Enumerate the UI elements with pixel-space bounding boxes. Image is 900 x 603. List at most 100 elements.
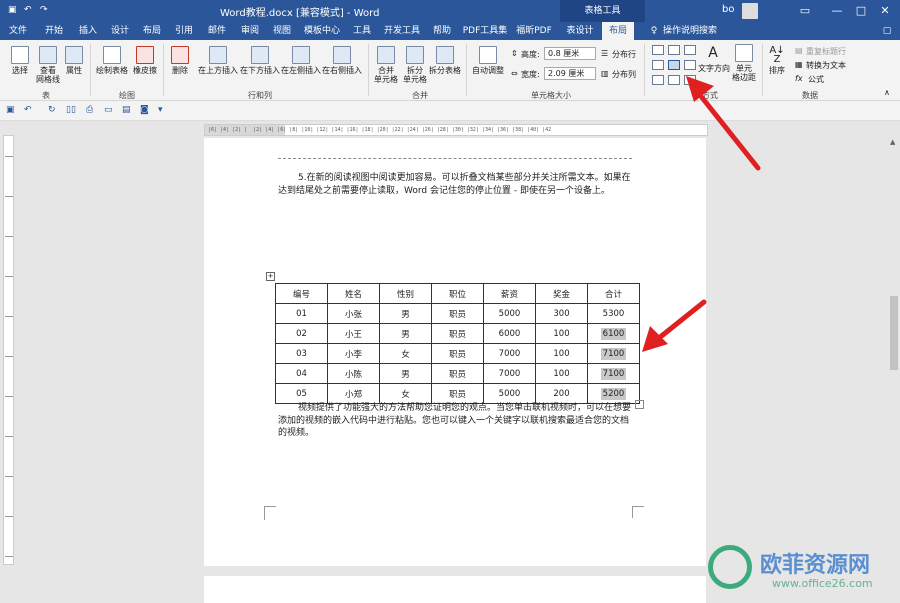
align-top-left-icon[interactable] <box>652 45 664 55</box>
tab-home[interactable]: 开始 <box>40 22 68 40</box>
table-cell[interactable]: 300 <box>535 303 588 324</box>
layout-view-icon[interactable]: ▯▯ <box>66 105 77 116</box>
customize-qat-icon[interactable]: ▾ <box>158 105 169 116</box>
table-cell[interactable]: 职员 <box>431 323 484 344</box>
align-bottom-left-icon[interactable] <box>652 75 664 85</box>
table-resize-handle[interactable] <box>635 400 644 409</box>
tab-foxit-pdf[interactable]: 福昕PDF <box>512 22 556 40</box>
tab-template-center[interactable]: 模板中心 <box>300 22 344 40</box>
tab-design[interactable]: 设计 <box>106 22 134 40</box>
header-cell[interactable]: 编号 <box>275 283 328 304</box>
align-top-right-icon[interactable] <box>684 45 696 55</box>
tab-view[interactable]: 视图 <box>268 22 296 40</box>
table-cell[interactable]: 小王 <box>327 323 380 344</box>
tab-tools[interactable]: 工具 <box>348 22 376 40</box>
table-cell[interactable]: 03 <box>275 343 328 364</box>
width-input[interactable]: 2.09 厘米 <box>544 67 596 80</box>
convert-to-text-button[interactable]: 转换为文本 <box>806 60 846 71</box>
eraser-button[interactable]: 橡皮擦 <box>131 46 159 75</box>
tab-table-layout[interactable]: 布局 <box>602 22 634 40</box>
ribbon-display-icon[interactable]: ▭ <box>790 0 820 22</box>
merge-cells-button[interactable]: 合并 单元格 <box>372 46 400 84</box>
cell-margins-button[interactable]: 单元 格边距 <box>730 44 758 82</box>
insert-above-button[interactable]: 在上方插入 <box>198 46 238 75</box>
total-cell-highlighted[interactable]: 6100 <box>587 323 640 344</box>
table-cell[interactable]: 05 <box>275 383 328 404</box>
tab-insert[interactable]: 插入 <box>74 22 102 40</box>
vertical-scrollbar[interactable]: ▲ <box>888 136 900 603</box>
tab-mailings[interactable]: 邮件 <box>203 22 231 40</box>
table-cell[interactable]: 职员 <box>431 363 484 384</box>
formula-button[interactable]: 公式 <box>808 74 824 85</box>
table-cell[interactable]: 职员 <box>431 383 484 404</box>
tell-me-search[interactable]: 操作说明搜索 <box>660 22 720 40</box>
redo-icon[interactable]: ↻ <box>48 105 59 116</box>
align-center-icon[interactable] <box>668 60 680 70</box>
tab-file[interactable]: 文件 <box>4 22 32 40</box>
properties-button[interactable]: 属性 <box>62 46 86 75</box>
table-cell[interactable]: 职员 <box>431 343 484 364</box>
table-cell[interactable]: 男 <box>379 323 432 344</box>
table-cell[interactable]: 5000 <box>483 383 536 404</box>
document-page-next[interactable] <box>204 576 706 603</box>
print-preview-icon[interactable]: ⎙ <box>86 105 97 116</box>
close-button[interactable]: ✕ <box>870 0 900 22</box>
save-icon[interactable]: ▣ <box>8 5 19 16</box>
height-input[interactable]: 0.8 厘米 <box>544 47 596 60</box>
draw-table-button[interactable]: 绘制表格 <box>95 46 129 75</box>
table-cell[interactable]: 02 <box>275 323 328 344</box>
table-cell[interactable]: 女 <box>379 343 432 364</box>
table-cell[interactable]: 100 <box>535 323 588 344</box>
undo-icon[interactable]: ↶ <box>24 5 35 16</box>
scroll-up-icon[interactable]: ▲ <box>890 138 895 146</box>
avatar[interactable] <box>742 3 758 19</box>
header-cell[interactable]: 合计 <box>587 283 640 304</box>
undo-icon[interactable]: ↶ <box>24 105 35 116</box>
delete-button[interactable]: 删除 <box>168 46 192 75</box>
table-cell[interactable]: 小张 <box>327 303 380 324</box>
select-button[interactable]: 选择 <box>6 46 34 75</box>
tab-help[interactable]: 帮助 <box>428 22 456 40</box>
table-cell[interactable]: 男 <box>379 303 432 324</box>
align-middle-right-icon[interactable] <box>684 60 696 70</box>
scrollbar-thumb[interactable] <box>890 296 898 370</box>
table-cell[interactable]: 200 <box>535 383 588 404</box>
text-direction-button[interactable]: A 文字方向 <box>698 44 730 73</box>
save-icon[interactable]: ▣ <box>6 105 17 116</box>
repeat-header-button[interactable]: 重复标题行 <box>806 46 846 57</box>
table-cell[interactable]: 小郑 <box>327 383 380 404</box>
align-bottom-right-icon[interactable] <box>684 75 696 85</box>
header-cell[interactable]: 奖金 <box>535 283 588 304</box>
gridlines-button[interactable]: 查看 网格线 <box>34 46 62 84</box>
tab-references[interactable]: 引用 <box>170 22 198 40</box>
tab-developer[interactable]: 开发工具 <box>382 22 422 40</box>
insert-right-button[interactable]: 在右侧插入 <box>322 46 362 75</box>
tab-table-design[interactable]: 表设计 <box>562 22 598 40</box>
tab-pdf-tools[interactable]: PDF工具集 <box>462 22 508 40</box>
table-cell[interactable]: 7000 <box>483 363 536 384</box>
insert-below-button[interactable]: 在下方插入 <box>240 46 280 75</box>
header-cell[interactable]: 职位 <box>431 283 484 304</box>
distribute-columns-button[interactable]: 分布列 <box>612 69 636 80</box>
redo-icon[interactable]: ↷ <box>40 5 51 16</box>
header-cell[interactable]: 姓名 <box>327 283 380 304</box>
autofit-button[interactable]: 自动调整 <box>470 46 506 75</box>
split-table-button[interactable]: 拆分表格 <box>428 46 462 75</box>
align-top-center-icon[interactable] <box>668 45 680 55</box>
total-cell[interactable]: 5300 <box>587 303 640 324</box>
tab-review[interactable]: 审阅 <box>236 22 264 40</box>
tab-layout[interactable]: 布局 <box>138 22 166 40</box>
table-cell[interactable]: 小李 <box>327 343 380 364</box>
table-cell[interactable]: 7000 <box>483 343 536 364</box>
collapse-ribbon-icon[interactable]: ∧ <box>884 88 890 97</box>
paragraph-reading-view[interactable]: 5.在新的阅读视图中阅读更加容易。可以折叠文档某些部分并关注所需文本。如果在达到… <box>278 172 634 197</box>
page-view-icon[interactable]: ▭ <box>104 105 115 116</box>
camera-icon[interactable]: ◙ <box>140 105 151 116</box>
horizontal-ruler[interactable]: |6| |4| |2| | |2| |4| |6| |8| |10| |12| … <box>204 124 708 136</box>
document-page[interactable]: 5.在新的阅读视图中阅读更加容易。可以折叠文档某些部分并关注所需文本。如果在达到… <box>204 138 706 566</box>
split-cells-button[interactable]: 拆分 单元格 <box>401 46 429 84</box>
total-cell-highlighted[interactable]: 7100 <box>587 363 640 384</box>
read-mode-icon[interactable]: ▤ <box>122 105 133 116</box>
table-cell[interactable]: 04 <box>275 363 328 384</box>
table-cell[interactable]: 100 <box>535 363 588 384</box>
